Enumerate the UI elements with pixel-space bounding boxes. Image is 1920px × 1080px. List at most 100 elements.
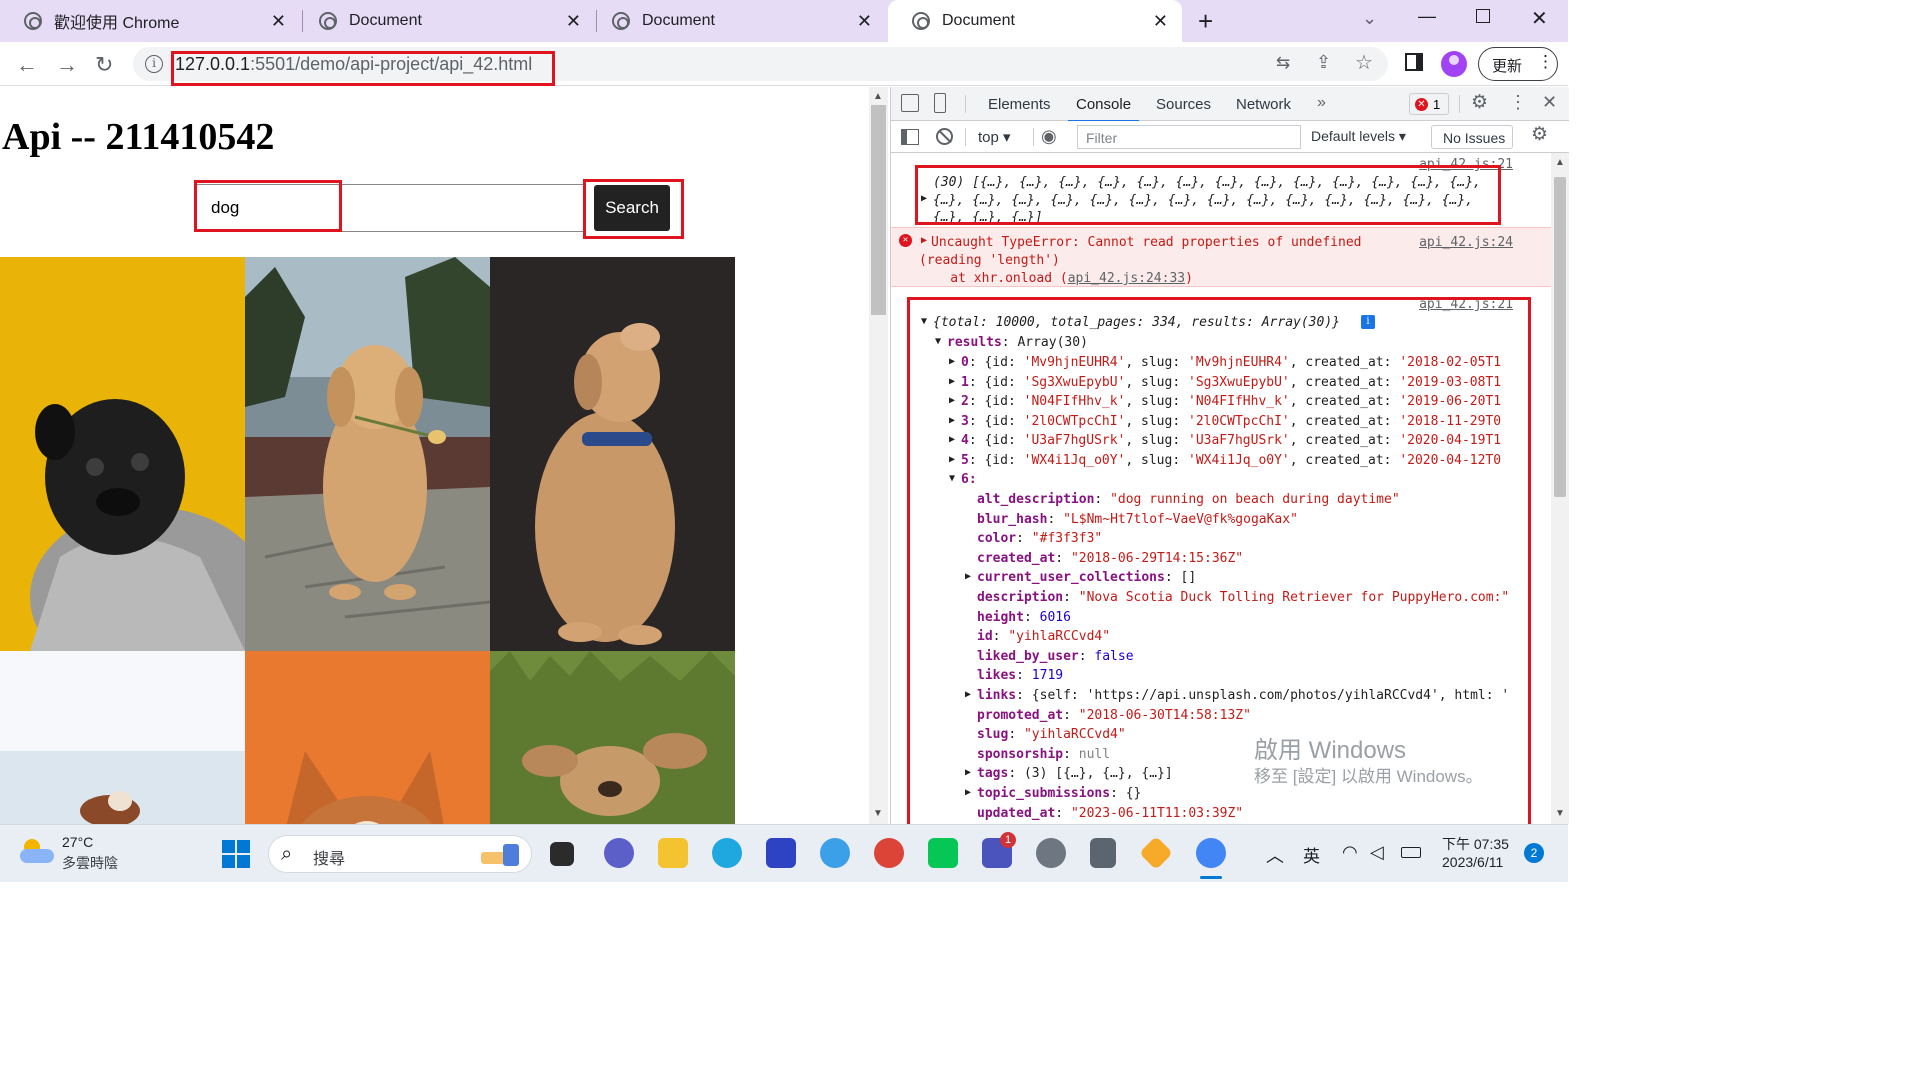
tab-welcome[interactable]: 歡迎使用 Chrome ✕ (0, 0, 300, 42)
share-icon[interactable]: ⇪ (1316, 52, 1331, 73)
stack-link[interactable]: api_42.js:24:33 (1068, 271, 1185, 286)
scroll-up-icon[interactable]: ▲ (873, 91, 883, 102)
tray-chevron-icon[interactable]: ︿ (1266, 842, 1284, 868)
calculator-icon[interactable] (1090, 838, 1116, 868)
settings-icon[interactable] (1036, 838, 1066, 868)
tab-document-2[interactable]: Document ✕ (588, 0, 886, 42)
reload-icon[interactable]: ↻ (95, 52, 113, 78)
tab-title: Document (942, 12, 1015, 29)
expand-arrow-icon[interactable]: ▶ (921, 235, 927, 246)
error-source-link[interactable]: api_42.js:24 (1419, 235, 1513, 250)
highlight-url-box (171, 51, 555, 86)
browser-toolbar: ← → ↻ i 127.0.0.1:5501/demo/api-project/… (0, 42, 1568, 86)
image-tile[interactable] (245, 257, 490, 651)
forward-icon[interactable]: → (56, 52, 78, 78)
sketch-icon[interactable] (1139, 836, 1173, 870)
restore-icon[interactable] (1476, 9, 1490, 23)
tab-console[interactable]: Console (1067, 96, 1140, 122)
more-tabs-icon[interactable]: » (1317, 94, 1326, 112)
labrador-image (535, 323, 675, 645)
paint-icon[interactable] (820, 838, 850, 868)
tab-document-active[interactable]: Document ✕ (888, 0, 1182, 42)
devtools-menu-icon[interactable]: ⋮ (1509, 92, 1527, 113)
side-panel-icon[interactable] (1405, 53, 1423, 71)
clear-console-icon[interactable] (936, 128, 953, 145)
close-window-icon[interactable]: ✕ (1531, 6, 1548, 31)
devtools-tabbar: Elements Console Sources Network » ✕ 1 ⚙… (891, 87, 1569, 122)
page-viewport: Api -- 211410542 dog Search (0, 87, 872, 824)
task-view-icon[interactable] (550, 842, 574, 866)
tab-sources[interactable]: Sources (1156, 96, 1211, 113)
clock-time[interactable]: 下午 07:35 (1442, 834, 1509, 854)
active-app-indicator (1200, 876, 1222, 879)
globe-tab-icon (612, 12, 630, 30)
update-button[interactable]: 更新 ⋮ (1478, 47, 1558, 81)
tab-search-icon[interactable]: ⌄ (1362, 8, 1377, 29)
corgi-image (286, 751, 444, 824)
scroll-down-icon[interactable]: ▼ (1555, 808, 1565, 819)
scroll-down-icon[interactable]: ▼ (873, 808, 883, 819)
search-placeholder: 搜尋 (313, 851, 346, 868)
inspect-icon[interactable] (901, 94, 919, 112)
chrome-icon[interactable] (874, 838, 904, 868)
file-explorer-icon[interactable] (658, 838, 688, 868)
weather-cloud-icon[interactable] (20, 839, 54, 863)
image-tile[interactable] (245, 651, 490, 824)
close-tab-icon[interactable]: ✕ (271, 11, 286, 32)
close-tab-icon[interactable]: ✕ (857, 11, 872, 32)
live-expression-eye-icon[interactable]: ◉ (1041, 126, 1057, 147)
error-count-badge[interactable]: ✕ 1 (1409, 93, 1449, 115)
activate-windows-hint: 移至 [設定] 以啟用 Windows。 (1254, 767, 1483, 786)
console-filter-input[interactable]: Filter (1077, 125, 1301, 149)
back-icon[interactable]: ← (16, 52, 38, 78)
ime-indicator[interactable]: 英 (1303, 842, 1320, 867)
issues-button[interactable]: No Issues (1431, 125, 1513, 149)
teams-badge: 1 (1000, 832, 1016, 848)
tab-elements[interactable]: Elements (988, 96, 1051, 113)
tab-network[interactable]: Network (1236, 96, 1291, 113)
grass-puppy-image (490, 651, 735, 824)
notification-badge[interactable]: 2 (1524, 843, 1544, 863)
battery-icon[interactable] (1401, 847, 1421, 858)
minimize-icon[interactable]: — (1418, 6, 1436, 27)
clock-date[interactable]: 2023/6/11 (1442, 854, 1503, 870)
line-icon[interactable] (928, 838, 958, 868)
image-tile[interactable] (490, 257, 735, 651)
weather-temp[interactable]: 27°C (62, 834, 93, 850)
settings-gear-icon[interactable]: ⚙ (1471, 91, 1488, 114)
tab-document-1[interactable]: Document ✕ (295, 0, 595, 42)
image-tile[interactable] (490, 651, 735, 824)
globe-tab-icon (319, 12, 337, 30)
teams-chat-icon[interactable] (604, 838, 634, 868)
log-levels-dropdown[interactable]: Default levels ▾ (1311, 128, 1406, 145)
scroll-up-icon[interactable]: ▲ (1555, 157, 1565, 168)
console-settings-icon[interactable]: ⚙ (1531, 123, 1548, 146)
context-selector[interactable]: top ▾ (978, 128, 1011, 146)
profile-avatar[interactable] (1441, 51, 1467, 77)
console-scroll-thumb[interactable] (1554, 177, 1566, 497)
volume-icon[interactable]: ◁ (1370, 842, 1384, 863)
close-tab-icon[interactable]: ✕ (1153, 11, 1168, 32)
close-devtools-icon[interactable]: ✕ (1542, 92, 1557, 113)
bookmark-star-icon[interactable]: ☆ (1355, 50, 1373, 75)
image-tile[interactable] (0, 651, 245, 824)
device-toolbar-icon[interactable] (934, 93, 946, 113)
taskbar-search[interactable]: ⌕ 搜尋 (268, 835, 532, 873)
console-output: api_42.js:21 (30) [{…}, {…}, {…}, {…}, {… (891, 153, 1551, 824)
page-scroll-thumb[interactable] (871, 105, 886, 315)
chrome-active-icon[interactable] (1196, 838, 1226, 868)
close-tab-icon[interactable]: ✕ (566, 11, 581, 32)
image-tile[interactable] (0, 257, 245, 651)
weather-desc[interactable]: 多雲時陰 (62, 853, 118, 873)
translate-icon[interactable]: ⇆ (1276, 53, 1290, 73)
vscode-icon[interactable] (766, 838, 796, 868)
start-windows-icon[interactable] (222, 840, 250, 868)
teams-icon[interactable]: 1 (982, 832, 1016, 868)
console-filter-bar: top ▾ ◉ Filter Default levels ▾ No Issue… (891, 121, 1569, 153)
wifi-icon[interactable]: ◠ (1342, 842, 1358, 863)
sidebar-toggle-icon[interactable] (901, 129, 919, 145)
info-icon[interactable]: i (145, 55, 163, 73)
new-tab-button[interactable]: + (1198, 6, 1213, 37)
edge-icon[interactable] (712, 838, 742, 868)
menu-kebab-icon: ⋮ (1537, 52, 1554, 71)
